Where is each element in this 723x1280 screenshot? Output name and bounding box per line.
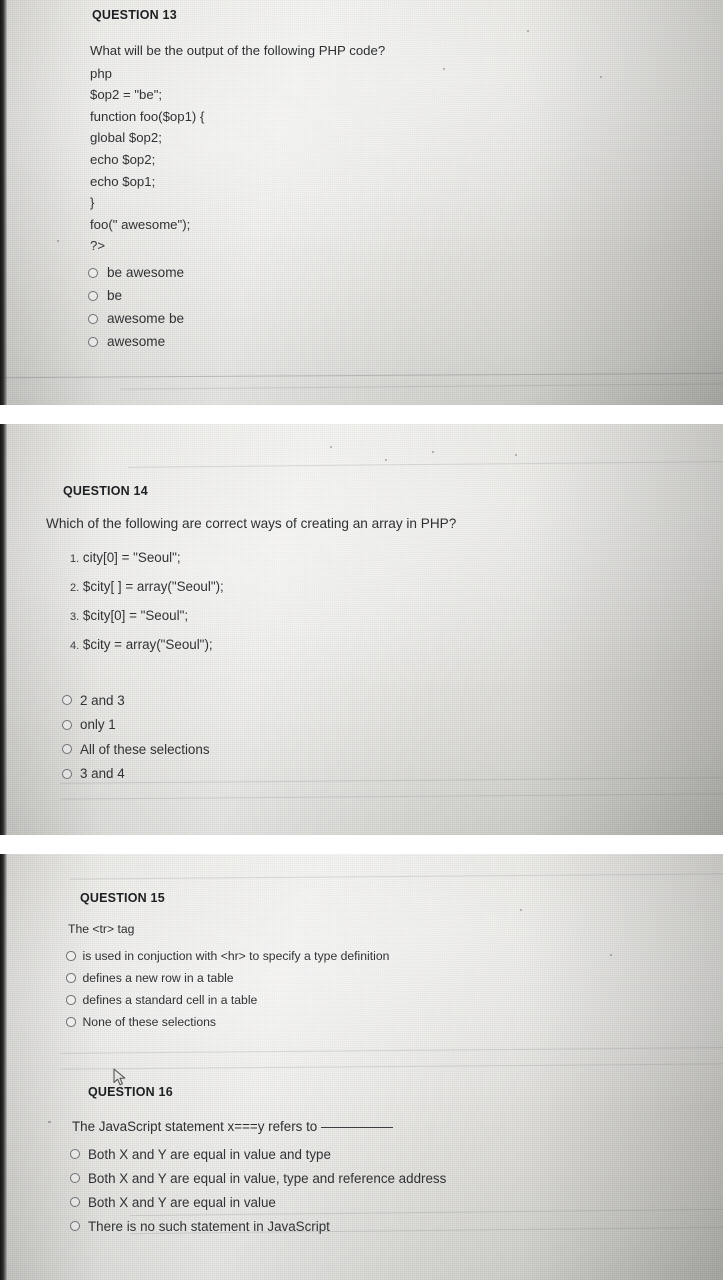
radio-button-icon[interactable] [88, 267, 98, 278]
question-16-stem: The JavaScript statement x===y refers to [72, 1119, 394, 1134]
question-16-options: Both X and Y are equal in value and type… [70, 1142, 446, 1238]
radio-button-icon[interactable] [88, 313, 98, 324]
option-label: be awesome [107, 265, 185, 280]
option-row[interactable]: 2 and 3 [62, 688, 210, 713]
question-14-header: QUESTION 14 [63, 484, 148, 498]
question-15-16-panel: QUESTION 15 The <tr> tag is used in conj… [0, 854, 723, 1280]
radio-button-icon[interactable] [88, 290, 98, 301]
code-line: global $op2; [90, 130, 162, 146]
code-line: echo $op1; [90, 173, 156, 189]
option-label: All of these selections [80, 741, 210, 757]
radio-button-icon[interactable] [70, 1149, 80, 1159]
option-row[interactable]: Both X and Y are equal in value and type [70, 1142, 446, 1166]
list-item-index: 4. [70, 640, 80, 652]
question-13-body: What will be the output of the following… [90, 40, 385, 257]
question-13-stem: What will be the output of the following… [90, 43, 386, 58]
photo-left-edge [0, 0, 7, 405]
option-row[interactable]: awesome be [88, 307, 184, 330]
list-item: 4. $city = array("Seoul"); [70, 630, 224, 659]
option-row[interactable]: 3 and 4 [62, 762, 210, 787]
list-item-index: 2. [70, 582, 80, 594]
radio-button-icon[interactable] [62, 695, 72, 706]
radio-button-icon[interactable] [88, 336, 98, 347]
question-14-panel: QUESTION 14 Which of the following are c… [0, 424, 723, 835]
question-15-header: QUESTION 15 [80, 891, 165, 905]
option-label: be [107, 288, 123, 303]
option-label: None of these selections [82, 1015, 216, 1029]
code-line: php [90, 65, 113, 81]
question-13-options: be awesome be awesome be awesome [88, 261, 184, 353]
photo-left-edge [0, 424, 7, 835]
option-label: is used in conjuction with <hr> to speci… [82, 949, 390, 963]
option-row[interactable]: is used in conjuction with <hr> to speci… [66, 945, 389, 967]
option-label: Both X and Y are equal in value [88, 1194, 276, 1210]
question-14-stem: Which of the following are correct ways … [46, 516, 457, 531]
question-14-item-list: 1. city[0] = "Seoul"; 2. $city[ ] = arra… [70, 543, 224, 659]
option-label: only 1 [80, 717, 116, 733]
list-item: 3. $city[0] = "Seoul"; [70, 601, 224, 630]
radio-button-icon[interactable] [62, 744, 72, 755]
option-row[interactable]: only 1 [62, 713, 210, 738]
option-label: 2 and 3 [80, 692, 125, 708]
option-label: Both X and Y are equal in value and type [88, 1146, 331, 1162]
radio-button-icon[interactable] [66, 973, 76, 983]
answer-blank-rule [321, 1127, 394, 1128]
option-label: defines a standard cell in a table [82, 993, 258, 1007]
option-label: Both X and Y are equal in value, type an… [88, 1170, 447, 1186]
option-row[interactable]: defines a standard cell in a table [66, 989, 389, 1011]
question-14-options: 2 and 3 only 1 All of these selections 3… [62, 688, 210, 786]
radio-button-icon[interactable] [62, 768, 72, 779]
radio-button-icon[interactable] [62, 719, 72, 730]
option-row[interactable]: be [88, 284, 184, 307]
list-item-text: $city[ ] = array("Seoul"); [82, 579, 224, 594]
list-item: 1. city[0] = "Seoul"; [70, 543, 224, 572]
radio-button-icon[interactable] [66, 951, 76, 961]
quiz-screenshot: QUESTION 13 What will be the output of t… [0, 0, 723, 1280]
list-item-text: $city[0] = "Seoul"; [82, 608, 189, 623]
list-item: 2. $city[ ] = array("Seoul"); [70, 572, 224, 601]
code-line: } [90, 195, 95, 211]
radio-button-icon[interactable] [66, 1017, 76, 1027]
list-item-index: 3. [70, 611, 80, 623]
question-16-header: QUESTION 16 [88, 1085, 173, 1099]
option-row[interactable]: None of these selections [66, 1011, 389, 1033]
option-label: defines a new row in a table [82, 971, 234, 985]
list-item-text: $city = array("Seoul"); [82, 637, 213, 652]
option-row[interactable]: Both X and Y are equal in value, type an… [70, 1166, 446, 1190]
question-13-header: QUESTION 13 [92, 8, 177, 22]
question-15-options: is used in conjuction with <hr> to speci… [66, 945, 389, 1033]
radio-button-icon[interactable] [70, 1221, 80, 1231]
option-label: awesome be [107, 311, 185, 326]
code-line: echo $op2; [90, 151, 156, 167]
option-label: 3 and 4 [80, 766, 125, 782]
radio-button-icon[interactable] [70, 1197, 80, 1207]
option-label: awesome [107, 334, 166, 349]
photo-left-edge [0, 854, 7, 1280]
option-row[interactable]: be awesome [88, 261, 184, 284]
option-row[interactable]: There is no such statement in JavaScript [70, 1214, 446, 1238]
option-row[interactable]: All of these selections [62, 737, 210, 762]
option-row[interactable]: awesome [88, 330, 184, 353]
radio-button-icon[interactable] [70, 1173, 80, 1183]
code-line: $op2 = "be"; [90, 87, 163, 103]
option-row[interactable]: defines a new row in a table [66, 967, 389, 989]
question-15-stem: The <tr> tag [68, 922, 135, 936]
question-13-panel: QUESTION 13 What will be the output of t… [0, 0, 723, 405]
option-row[interactable]: Both X and Y are equal in value [70, 1190, 446, 1214]
list-item-index: 1. [70, 553, 80, 565]
code-line: function foo($op1) { [90, 108, 205, 124]
code-line: ?> [90, 238, 106, 254]
question-16-stem-text: The JavaScript statement x===y refers to [72, 1119, 318, 1134]
code-line: foo(" awesome"); [90, 216, 191, 232]
list-item-text: city[0] = "Seoul"; [82, 550, 181, 565]
option-label: There is no such statement in JavaScript [88, 1218, 330, 1234]
radio-button-icon[interactable] [66, 995, 76, 1005]
